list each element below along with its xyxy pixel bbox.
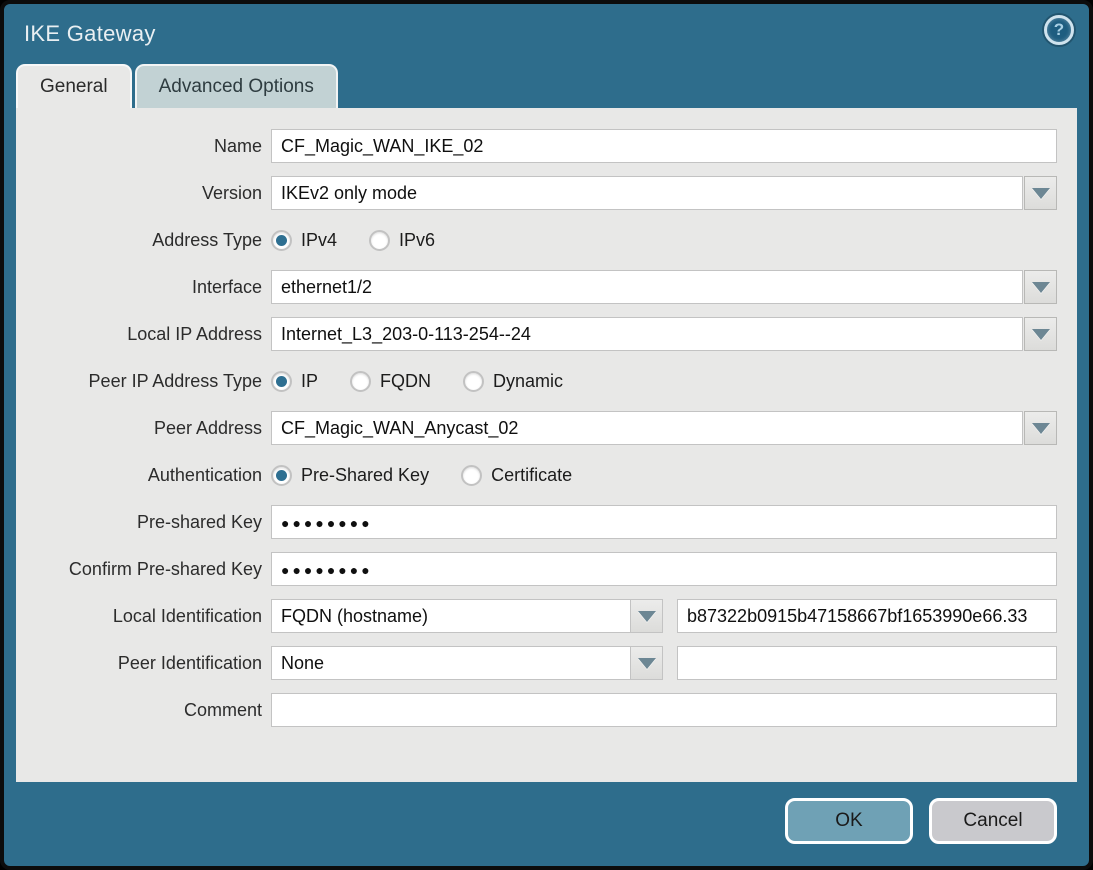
interface-input[interactable] <box>271 270 1023 304</box>
tab-general[interactable]: General <box>16 64 132 108</box>
radio-button-icon[interactable] <box>271 230 292 251</box>
peer-address-row: Peer Address <box>16 411 1077 445</box>
local-ip-address-input[interactable] <box>271 317 1023 351</box>
comment-label: Comment <box>26 700 271 721</box>
local-identification-row: Local Identification FQDN (hostname) <box>16 599 1077 633</box>
name-input[interactable] <box>271 129 1057 163</box>
peer-identification-type-dropdown[interactable]: None <box>271 646 663 680</box>
address-type-ipv4-label: IPv4 <box>301 230 337 251</box>
peer-address-label: Peer Address <box>26 418 271 439</box>
auth-certificate-label: Certificate <box>491 465 572 486</box>
address-type-ipv4-option[interactable]: IPv4 <box>271 230 337 251</box>
chevron-down-icon <box>1032 188 1050 199</box>
peer-ip-type-ip-label: IP <box>301 371 318 392</box>
chevron-down-icon <box>1032 282 1050 293</box>
peer-address-input[interactable] <box>271 411 1023 445</box>
local-ip-address-label: Local IP Address <box>26 324 271 345</box>
version-label: Version <box>26 183 271 204</box>
version-dropdown-button[interactable] <box>1024 176 1057 210</box>
cancel-button[interactable]: Cancel <box>929 798 1057 844</box>
authentication-label: Authentication <box>26 465 271 486</box>
peer-ip-type-dynamic-label: Dynamic <box>493 371 563 392</box>
peer-identification-dropdown-button[interactable] <box>630 647 662 679</box>
peer-ip-type-ip-option[interactable]: IP <box>271 371 318 392</box>
footer-bar: OK Cancel <box>4 782 1089 866</box>
pre-shared-key-label: Pre-shared Key <box>26 512 271 533</box>
chevron-down-icon <box>1032 423 1050 434</box>
pre-shared-key-input[interactable] <box>271 505 1057 539</box>
radio-button-icon[interactable] <box>271 465 292 486</box>
radio-button-icon[interactable] <box>369 230 390 251</box>
help-icon-glyph: ? <box>1054 20 1064 40</box>
radio-button-icon[interactable] <box>461 465 482 486</box>
authentication-row: Authentication Pre-Shared Key Certificat… <box>16 458 1077 492</box>
chevron-down-icon <box>638 658 656 669</box>
radio-button-icon[interactable] <box>350 371 371 392</box>
peer-ip-address-type-label: Peer IP Address Type <box>26 371 271 392</box>
auth-pre-shared-key-label: Pre-Shared Key <box>301 465 429 486</box>
peer-identification-value-input[interactable] <box>677 646 1057 680</box>
interface-label: Interface <box>26 277 271 298</box>
radio-button-icon[interactable] <box>271 371 292 392</box>
address-type-ipv6-option[interactable]: IPv6 <box>369 230 435 251</box>
tab-bar: General Advanced Options <box>4 64 1089 108</box>
ok-button[interactable]: OK <box>785 798 913 844</box>
peer-ip-type-fqdn-label: FQDN <box>380 371 431 392</box>
confirm-pre-shared-key-label: Confirm Pre-shared Key <box>26 559 271 580</box>
address-type-ipv6-label: IPv6 <box>399 230 435 251</box>
version-row: Version <box>16 176 1077 210</box>
peer-ip-type-dynamic-option[interactable]: Dynamic <box>463 371 563 392</box>
interface-row: Interface <box>16 270 1077 304</box>
peer-identification-row: Peer Identification None <box>16 646 1077 680</box>
confirm-pre-shared-key-row: Confirm Pre-shared Key <box>16 552 1077 586</box>
radio-button-icon[interactable] <box>463 371 484 392</box>
auth-pre-shared-key-option[interactable]: Pre-Shared Key <box>271 465 429 486</box>
comment-row: Comment <box>16 693 1077 727</box>
help-icon[interactable]: ? <box>1044 15 1074 45</box>
local-ip-address-row: Local IP Address <box>16 317 1077 351</box>
chevron-down-icon <box>638 611 656 622</box>
interface-dropdown-button[interactable] <box>1024 270 1057 304</box>
pre-shared-key-row: Pre-shared Key <box>16 505 1077 539</box>
general-tab-panel: Name Version Address Type IPv4 <box>16 108 1077 782</box>
local-identification-value-input[interactable] <box>677 599 1057 633</box>
local-identification-type-value: FQDN (hostname) <box>272 600 630 632</box>
peer-ip-type-fqdn-option[interactable]: FQDN <box>350 371 431 392</box>
peer-ip-address-type-row: Peer IP Address Type IP FQDN Dynamic <box>16 364 1077 398</box>
local-identification-label: Local Identification <box>26 606 271 627</box>
address-type-row: Address Type IPv4 IPv6 <box>16 223 1077 257</box>
address-type-label: Address Type <box>26 230 271 251</box>
tab-general-label: General <box>40 76 108 98</box>
peer-identification-type-value: None <box>272 647 630 679</box>
title-bar: IKE Gateway ? <box>4 4 1089 64</box>
dialog-title: IKE Gateway <box>24 21 156 47</box>
chevron-down-icon <box>1032 329 1050 340</box>
version-input[interactable] <box>271 176 1023 210</box>
name-row: Name <box>16 129 1077 163</box>
comment-input[interactable] <box>271 693 1057 727</box>
confirm-pre-shared-key-input[interactable] <box>271 552 1057 586</box>
name-label: Name <box>26 136 271 157</box>
peer-identification-label: Peer Identification <box>26 653 271 674</box>
peer-address-dropdown-button[interactable] <box>1024 411 1057 445</box>
tab-advanced-options-label: Advanced Options <box>159 76 314 98</box>
auth-certificate-option[interactable]: Certificate <box>461 465 572 486</box>
tab-advanced-options[interactable]: Advanced Options <box>135 64 338 108</box>
local-identification-type-dropdown[interactable]: FQDN (hostname) <box>271 599 663 633</box>
local-identification-dropdown-button[interactable] <box>630 600 662 632</box>
ike-gateway-dialog: IKE Gateway ? General Advanced Options N… <box>0 0 1093 870</box>
local-ip-address-dropdown-button[interactable] <box>1024 317 1057 351</box>
